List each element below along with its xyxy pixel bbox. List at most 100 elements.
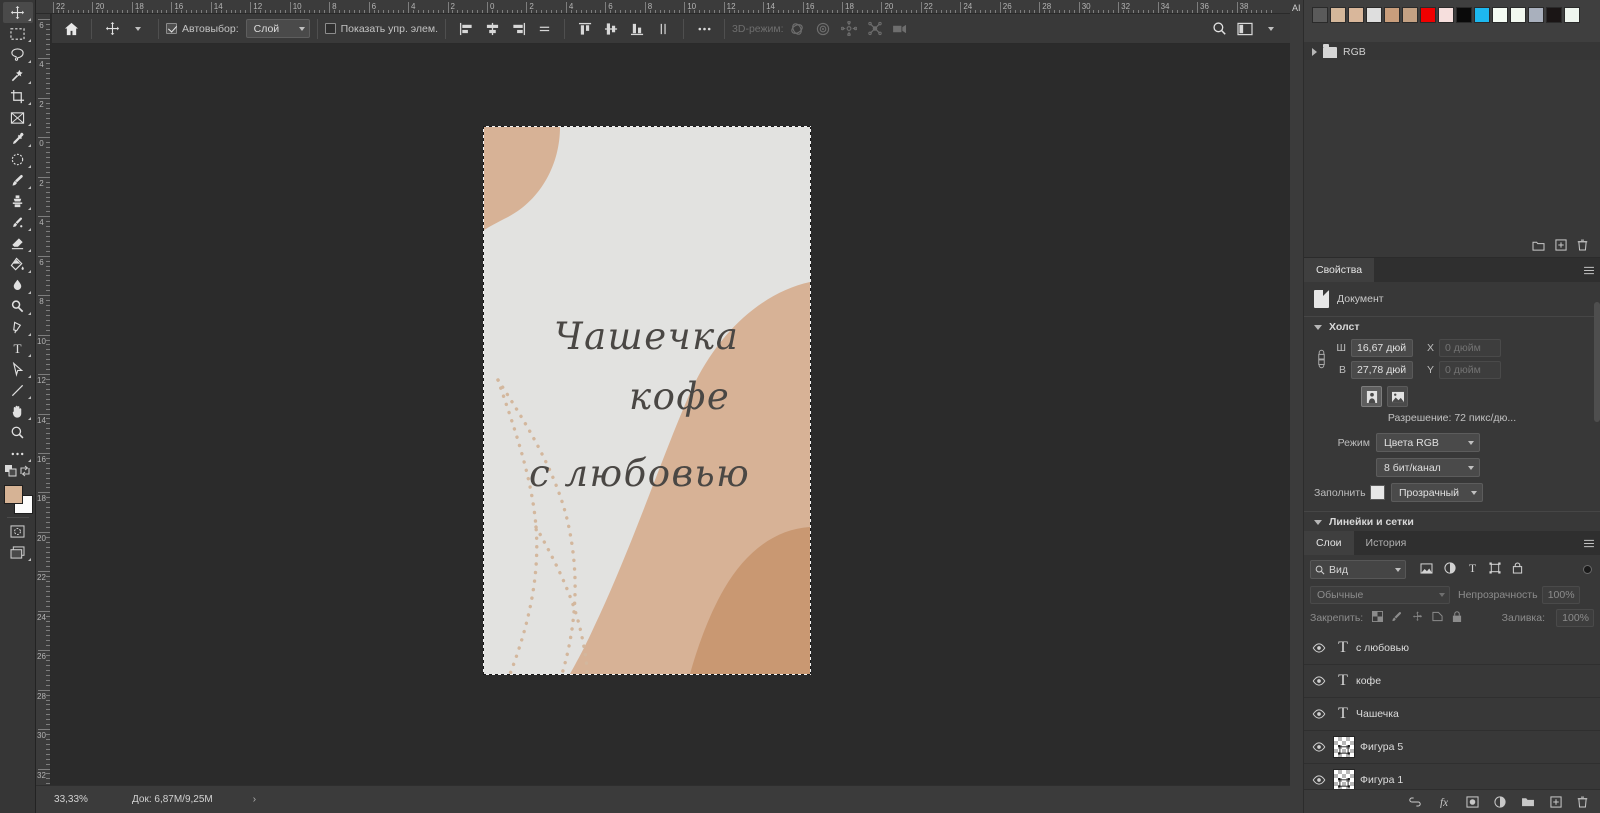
link-dimensions-icon[interactable] [1314, 347, 1328, 371]
swatch-4[interactable] [1384, 7, 1400, 23]
layer-filter-dropdown[interactable]: Вид [1310, 560, 1406, 579]
chevron-right-icon[interactable] [1312, 48, 1317, 56]
swatch-2[interactable] [1348, 7, 1364, 23]
zoom-tool[interactable] [3, 422, 33, 443]
layer-row-3[interactable]: Фигура 5 [1304, 731, 1600, 764]
layer-row-0[interactable]: Tс любовью [1304, 632, 1600, 665]
section-rulers-header[interactable]: Линейки и сетки [1304, 511, 1600, 532]
layer-mask-icon[interactable] [1466, 795, 1479, 808]
tab-properties[interactable]: Свойства [1304, 258, 1375, 282]
lock-position-icon[interactable] [1412, 611, 1423, 625]
layer-row-2[interactable]: T Чашечка [1304, 698, 1600, 731]
swatches-list-area[interactable] [1304, 60, 1600, 235]
fill-field[interactable]: 100% [1556, 609, 1594, 627]
zoom-level[interactable]: 33,33% [36, 794, 106, 805]
canvas-area[interactable]: Чашечка кофе с любовью [51, 44, 1290, 785]
move-tool-icon[interactable] [99, 17, 125, 41]
swatch-12[interactable] [1528, 7, 1544, 23]
delete-icon[interactable] [1577, 239, 1588, 251]
eyedropper-tool[interactable] [3, 128, 33, 149]
new-group-icon[interactable] [1521, 796, 1535, 807]
eraser-tool[interactable] [3, 233, 33, 254]
filter-image-icon[interactable] [1420, 561, 1433, 579]
artboard[interactable]: Чашечка кофе с любовью [484, 127, 810, 674]
layer-list[interactable]: Tс любовью Tкофе T Чашечка Фигура 5 Фигура 1 [1304, 632, 1600, 789]
layer-visibility-toggle[interactable] [1308, 775, 1330, 785]
show-controls-checkbox[interactable] [324, 23, 336, 34]
layer-visibility-toggle[interactable] [1308, 742, 1330, 752]
new-group-icon[interactable] [1532, 239, 1545, 251]
tool-preset-chevron-icon[interactable] [125, 17, 151, 41]
height-field[interactable]: 27,78 дюй [1351, 361, 1413, 379]
history-brush-tool[interactable] [3, 212, 33, 233]
chevron-right-icon[interactable]: › [253, 794, 256, 805]
foreground-background-color[interactable] [3, 484, 33, 514]
workspace-icon[interactable] [1232, 17, 1258, 41]
new-layer-icon[interactable] [1550, 795, 1562, 808]
horizontal-type-tool[interactable]: T [3, 338, 33, 359]
workspace-chevron-icon[interactable] [1258, 17, 1284, 41]
bit-depth-dropdown[interactable]: 8 бит/канал [1376, 458, 1480, 477]
swatch-13[interactable] [1546, 7, 1562, 23]
delete-layer-icon[interactable] [1577, 796, 1588, 808]
layer-visibility-toggle[interactable] [1308, 676, 1330, 686]
more-options-icon[interactable] [691, 17, 717, 41]
layer-row-4[interactable]: Фигура 1 [1304, 764, 1600, 789]
swatch-6[interactable] [1420, 7, 1436, 23]
spot-healing-brush-tool[interactable] [3, 149, 33, 170]
filter-smart-object-icon[interactable] [1512, 561, 1523, 579]
foreground-color-swatch[interactable] [3, 485, 23, 504]
width-field[interactable]: 16,67 дюй [1351, 339, 1413, 357]
align-bottom-edges-icon[interactable] [624, 17, 650, 41]
align-right-edges-icon[interactable] [505, 17, 531, 41]
align-top-edges-icon[interactable] [572, 17, 598, 41]
panel-menu-icon[interactable] [1578, 531, 1600, 555]
y-field[interactable]: 0 дюйм [1439, 361, 1501, 379]
search-icon[interactable] [1206, 17, 1232, 41]
swatch-10[interactable] [1492, 7, 1508, 23]
gradient-tool[interactable] [3, 254, 33, 275]
layer-visibility-toggle[interactable] [1308, 643, 1330, 653]
rectangular-marquee-tool[interactable] [3, 23, 33, 44]
swatch-14[interactable] [1564, 7, 1580, 23]
align-left-edges-icon[interactable] [453, 17, 479, 41]
filter-toggle-switch[interactable] [1583, 565, 1592, 574]
properties-scrollbar[interactable] [1594, 302, 1600, 422]
lock-image-pixels-icon[interactable] [1392, 611, 1403, 625]
tab-layers[interactable]: Слои [1304, 531, 1354, 555]
fill-color-chip[interactable] [1370, 485, 1385, 500]
landscape-icon[interactable] [1387, 386, 1408, 407]
blend-mode-dropdown[interactable]: Обычные [1310, 586, 1450, 604]
lasso-tool[interactable] [3, 44, 33, 65]
home-icon[interactable] [58, 17, 84, 41]
filter-adjustment-icon[interactable] [1444, 561, 1456, 579]
swatch-11[interactable] [1510, 7, 1526, 23]
auto-select-checkbox[interactable] [166, 23, 177, 34]
swatch-group-rgb[interactable]: RGB [1304, 42, 1600, 62]
panel-menu-icon[interactable] [1578, 258, 1600, 282]
crop-tool[interactable] [3, 86, 33, 107]
swatch-7[interactable] [1438, 7, 1454, 23]
layer-row-1[interactable]: Tкофе [1304, 665, 1600, 698]
magic-wand-tool[interactable] [3, 65, 33, 86]
frame-tool[interactable] [3, 107, 33, 128]
mode-dropdown[interactable]: Цвета RGB [1376, 433, 1480, 452]
lock-all-icon[interactable] [1452, 610, 1462, 626]
swatch-0[interactable] [1312, 7, 1328, 23]
portrait-icon[interactable] [1361, 386, 1382, 407]
edit-toolbar-button[interactable] [3, 443, 33, 464]
lock-artboard-icon[interactable] [1432, 611, 1443, 625]
screen-mode-button[interactable] [3, 542, 33, 563]
opacity-field[interactable]: 100% [1541, 586, 1580, 604]
swatch-1[interactable] [1330, 7, 1346, 23]
filter-shape-icon[interactable] [1489, 561, 1501, 579]
swatch-3[interactable] [1366, 7, 1382, 23]
section-canvas-header[interactable]: Холст [1304, 316, 1600, 337]
layer-style-fx-icon[interactable]: fx [1437, 796, 1451, 808]
x-field[interactable]: 0 дюйм [1439, 339, 1501, 357]
dodge-tool[interactable] [3, 296, 33, 317]
swatch-9[interactable] [1474, 7, 1490, 23]
blur-tool[interactable] [3, 275, 33, 296]
distribute-horizontal-icon[interactable] [531, 17, 557, 41]
filter-type-icon[interactable]: T [1467, 561, 1478, 579]
